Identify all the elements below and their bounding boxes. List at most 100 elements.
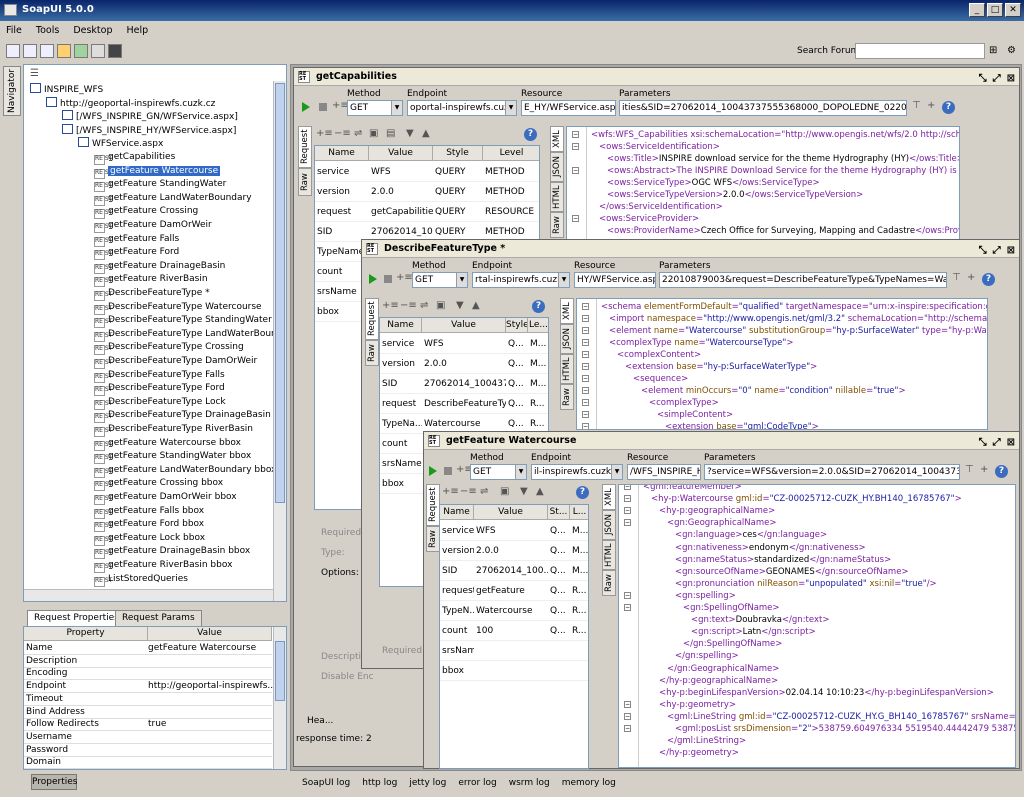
resource-field[interactable]: HY/WFService.aspx <box>574 272 656 288</box>
tree-item[interactable]: RE STDescribeFeatureType DamOrWeir <box>94 355 257 369</box>
table-row[interactable]: request DescribeFeatureTypeQ... R... <box>380 394 548 414</box>
search-forum-input[interactable] <box>855 43 985 59</box>
tab-raw[interactable]: Raw <box>550 212 564 238</box>
submit-request-icon[interactable] <box>369 274 377 284</box>
help-icon[interactable]: ? <box>532 300 545 313</box>
tree-item[interactable]: RE STDescribeFeatureType Ford <box>94 382 225 397</box>
save-all-icon[interactable] <box>40 44 54 58</box>
log-wsrm[interactable]: wsrm log <box>509 778 550 788</box>
tree-item[interactable]: RE STgetFeature DrainageBasin <box>94 260 225 274</box>
fold-icon[interactable]: − <box>582 423 589 429</box>
endpoint-select[interactable]: rtal-inspirewfs.cuzk.c ▼ <box>472 272 570 288</box>
properties-scrollbar[interactable] <box>273 627 286 769</box>
tab-xml[interactable]: XML <box>550 126 564 152</box>
endpoint-select[interactable]: oportal-inspirewfs.cuzk. ▼ <box>407 100 517 116</box>
fold-icon[interactable]: − <box>572 131 579 138</box>
clear-params-icon[interactable]: ⇌ <box>420 300 428 311</box>
submit-request-icon[interactable] <box>429 466 437 476</box>
move-down-icon[interactable]: ▼ <box>520 486 528 497</box>
tree-item[interactable]: RE STDescribeFeatureType RiverBasin <box>94 423 253 437</box>
tree-item[interactable]: RE STDescribeFeatureType Crossing <box>94 341 244 356</box>
preferences-icon[interactable] <box>91 44 105 58</box>
value-column-header[interactable]: Value <box>148 627 272 641</box>
tree-item[interactable]: INSPIRE_WFS <box>30 83 103 96</box>
tab-raw[interactable]: Raw <box>560 384 574 410</box>
table-row[interactable]: version 2.0.0 Q... M... <box>380 354 548 374</box>
options-icon[interactable]: ⊤ <box>965 464 974 475</box>
tree-scrollbar[interactable] <box>273 81 286 601</box>
maximize-icon[interactable]: ⤢ <box>993 242 1001 260</box>
fold-icon[interactable]: − <box>582 315 589 322</box>
tree-item[interactable]: RE STDescribeFeatureType Lock <box>94 396 226 410</box>
help-icon[interactable]: ? <box>942 101 955 114</box>
style-column-header[interactable]: Style <box>506 318 528 333</box>
move-up-icon[interactable]: ▲ <box>422 128 430 139</box>
level-column-header[interactable]: Le... <box>528 318 548 333</box>
options-icon[interactable]: ⊤ <box>912 100 921 111</box>
remove-param-icon[interactable]: −≡ <box>334 128 351 139</box>
fold-icon[interactable]: − <box>582 399 589 406</box>
options-icon[interactable]: ⊤ <box>952 272 961 283</box>
fold-icon[interactable]: − <box>582 387 589 394</box>
add-icon[interactable]: + <box>967 272 975 283</box>
value-column-header[interactable]: Value <box>369 146 433 161</box>
value-column-header[interactable]: Value <box>422 318 506 333</box>
fold-icon[interactable]: − <box>582 363 589 370</box>
tab-xml[interactable]: XML <box>560 298 574 324</box>
clear-params-icon[interactable]: ⇌ <box>354 128 362 139</box>
log-jetty[interactable]: jetty log <box>409 778 446 788</box>
table-row[interactable]: service WFS QUERY METHOD <box>315 162 539 182</box>
property-row[interactable]: Timeout <box>24 693 272 706</box>
property-row[interactable]: Encoding <box>24 667 272 681</box>
name-column-header[interactable]: Name <box>440 505 474 520</box>
tree-item[interactable]: RE STDescribeFeatureType * <box>94 287 210 301</box>
resource-field[interactable]: /WFS_INSPIRE_H <box>627 464 701 480</box>
fold-icon[interactable]: − <box>624 591 631 599</box>
properties-button[interactable]: Properties <box>31 774 77 790</box>
fold-icon[interactable]: − <box>582 411 589 418</box>
resource-field[interactable]: E_HY/WFService.aspx <box>521 100 616 116</box>
tree-item[interactable]: RE STDescribeFeatureType Falls <box>94 369 225 383</box>
table-row[interactable]: service WFS Q... M... <box>380 334 548 354</box>
proxy-icon[interactable] <box>108 44 122 58</box>
parameters-field[interactable]: 22010879003&request=DescribeFeatureType&… <box>659 272 947 288</box>
value-column-header[interactable]: Value <box>474 505 548 520</box>
remove-param-icon[interactable]: −≡ <box>460 486 477 497</box>
tree-item[interactable]: RE STgetFeature Falls <box>94 233 179 247</box>
method-select[interactable]: GET ▼ <box>347 100 403 116</box>
fold-icon[interactable]: − <box>624 700 631 708</box>
property-row[interactable]: Domain <box>24 756 272 769</box>
tree-item[interactable]: [/WFS_INSPIRE_HY/WFService.aspx] <box>62 123 236 137</box>
add-icon[interactable]: + <box>927 100 935 111</box>
tree-item[interactable]: RE STgetFeature Crossing <box>94 205 198 220</box>
tab-json[interactable]: JSON <box>602 510 616 540</box>
table-row[interactable]: count 100 Q... R... <box>440 621 588 641</box>
minimize-icon[interactable]: ⤡ <box>979 242 987 260</box>
fold-icon[interactable]: − <box>582 327 589 334</box>
help-icon[interactable]: ? <box>982 273 995 286</box>
minimize-icon[interactable]: ⤡ <box>979 70 987 88</box>
tab-raw[interactable]: Raw <box>365 340 379 366</box>
property-row[interactable]: Bind Address <box>24 706 272 719</box>
trial-icon[interactable] <box>74 44 88 58</box>
tab-raw[interactable]: Raw <box>602 570 616 596</box>
level-column-header[interactable]: Level <box>483 146 539 161</box>
tree-item[interactable]: http://geoportal-inspirewfs.cuzk.cz <box>46 96 215 110</box>
tree-item[interactable]: RE STDescribeFeatureType DrainageBasin <box>94 409 271 424</box>
fold-icon[interactable]: − <box>582 351 589 358</box>
help-icon[interactable]: ? <box>995 465 1008 478</box>
fold-icon[interactable]: − <box>572 167 579 174</box>
default-params-icon[interactable]: ▤ <box>386 128 395 139</box>
table-row[interactable]: SID 27062014_100437...Q... M... <box>380 374 548 394</box>
fold-icon[interactable]: − <box>624 604 631 611</box>
log-http[interactable]: http log <box>362 778 397 788</box>
tab-request-params[interactable]: Request Params <box>115 610 202 626</box>
close-icon[interactable]: ✕ <box>1005 3 1021 17</box>
property-row[interactable]: Endpoint http://geoportal-inspirewfs.... <box>24 680 279 694</box>
tab-html[interactable]: HTML <box>560 354 574 384</box>
tree-item[interactable]: RE STListStoredQueries <box>94 573 188 587</box>
fold-icon[interactable]: − <box>624 507 631 515</box>
table-row[interactable]: SID 27062014_100... Q... M... <box>440 561 588 581</box>
forum-icon[interactable] <box>57 44 71 58</box>
tree-item[interactable]: RE STgetFeature RiverBasin bbox <box>94 559 232 573</box>
